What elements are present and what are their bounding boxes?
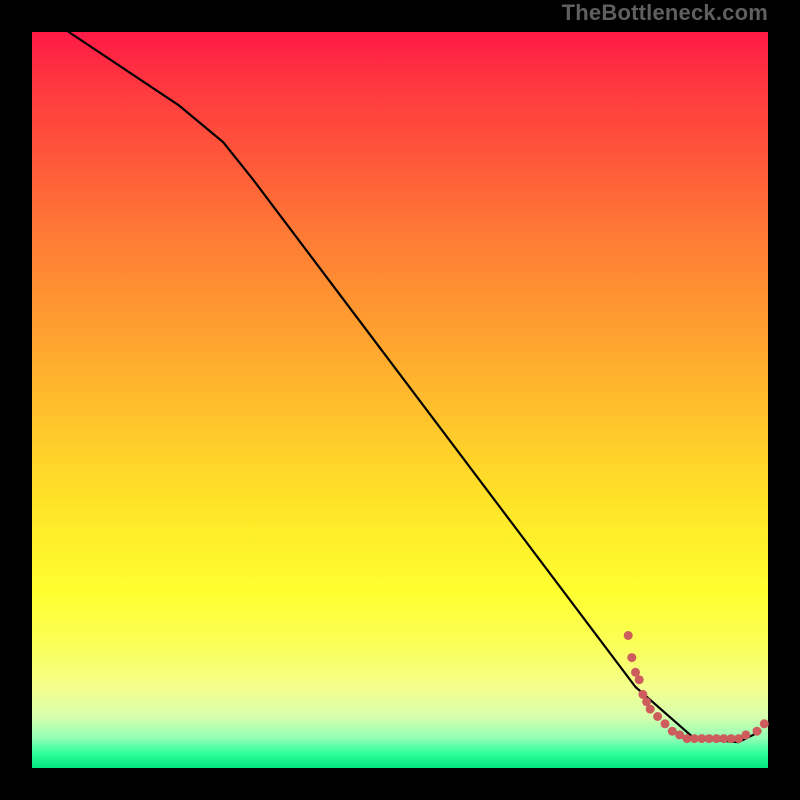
chart-svg [32,32,768,768]
scatter-point [635,675,644,684]
scatter-point [753,727,762,736]
bottleneck-curve [69,32,761,742]
scatter-point [624,631,633,640]
scatter-point [661,719,670,728]
scatter-point [760,719,769,728]
scatter-point [627,653,636,662]
scatter-points [624,631,769,743]
chart-container: TheBottleneck.com [0,0,800,800]
scatter-point [653,712,662,721]
scatter-point [741,730,750,739]
watermark-text: TheBottleneck.com [562,0,768,26]
scatter-point [646,705,655,714]
plot-area [32,32,768,768]
